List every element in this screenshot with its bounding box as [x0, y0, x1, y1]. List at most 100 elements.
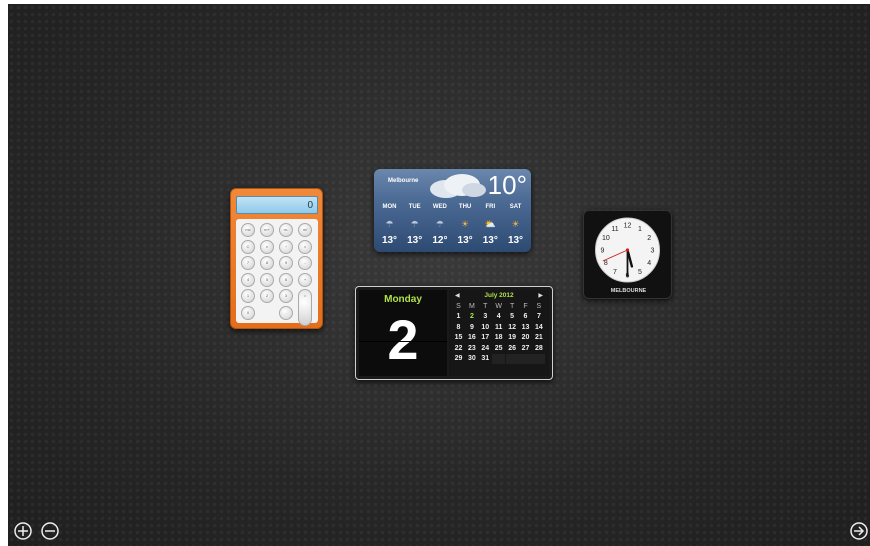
calendar-weekday-header: T — [509, 303, 515, 310]
clock-numeral: 9 — [601, 248, 605, 255]
partly-sunny-icon: ⛅ — [484, 219, 496, 229]
calendar-date[interactable]: 9 — [465, 323, 478, 333]
forecast-day: MON — [382, 204, 397, 210]
calc-key[interactable]: m/ — [298, 223, 312, 237]
clock-numeral: 10 — [602, 235, 610, 242]
calc-key[interactable]: 4 — [241, 272, 255, 287]
calc-key[interactable]: 8 — [260, 256, 274, 270]
calc-key[interactable]: . — [279, 305, 293, 320]
calculator-keypad: mc m+ m-m/C ± ÷ × 7 8 9- 4 5 6 +1 2 3 = 0. — [236, 219, 318, 326]
calc-key[interactable]: × — [298, 239, 312, 254]
calc-key[interactable]: 5 — [260, 272, 274, 287]
add-widget-icon[interactable] — [14, 522, 32, 540]
calc-key[interactable]: 3 — [279, 289, 293, 303]
calendar-date[interactable]: 31 — [479, 354, 492, 364]
forecast-day: SAT — [509, 204, 522, 210]
calendar-date[interactable]: 22 — [452, 344, 465, 354]
calendar-date[interactable]: 10 — [479, 323, 492, 333]
calc-key[interactable]: 0 — [241, 305, 255, 320]
clock-face: 123456789101112 — [595, 217, 660, 283]
calendar-date[interactable]: 15 — [452, 333, 465, 343]
calendar-date[interactable]: 6 — [519, 312, 532, 322]
calendar-date — [492, 354, 506, 364]
calendar-month-label: July 2012 — [484, 292, 514, 299]
calc-key[interactable]: 6 — [279, 272, 293, 287]
clock-numeral: 12 — [624, 223, 632, 230]
calc-key[interactable]: 7 — [241, 256, 255, 270]
calendar-date[interactable]: 13 — [519, 323, 532, 333]
calendar-date[interactable]: 29 — [452, 354, 465, 364]
calendar-date[interactable]: 14 — [532, 323, 545, 333]
calc-key[interactable]: ÷ — [279, 239, 293, 254]
calendar-date[interactable]: 21 — [532, 333, 545, 343]
calendar-date[interactable]: 3 — [479, 312, 492, 322]
next-month-icon[interactable]: ▶ — [538, 292, 543, 299]
rain-icon: ☂ — [435, 219, 444, 229]
calendar-date[interactable]: 23 — [465, 344, 478, 354]
forecast-day: FRI — [485, 204, 496, 210]
next-arrow-icon[interactable] — [850, 522, 868, 540]
calendar-date[interactable]: 24 — [479, 344, 492, 354]
calendar-date[interactable]: 11 — [492, 323, 505, 333]
calendar-date[interactable]: 7 — [532, 312, 545, 322]
dashboard-background: 0 mc m+ m-m/C ± ÷ × 7 8 9-4 5 6 +1 2 3 = 0. Melbourne 1… — [8, 4, 870, 546]
calendar-date[interactable]: 2 — [465, 312, 478, 322]
calendar-date[interactable]: 28 — [532, 344, 545, 354]
clock-widget[interactable]: 123456789101112 MELBOURNE — [583, 210, 672, 299]
calendar-weekday-header: F — [523, 303, 528, 310]
calendar-day-panel: Monday 2 — [359, 290, 447, 376]
calendar-date[interactable]: 25 — [492, 344, 505, 354]
calendar-date[interactable]: 26 — [506, 344, 519, 354]
calc-key[interactable]: 9 — [279, 256, 293, 270]
calendar-date[interactable]: 19 — [506, 333, 519, 343]
clock-numeral: 4 — [647, 260, 651, 267]
calendar-date — [505, 354, 519, 364]
calendar-date[interactable]: 12 — [506, 323, 519, 333]
calc-key[interactable]: 2 — [260, 289, 274, 303]
calc-key[interactable]: ± — [260, 239, 274, 254]
flip-divider — [359, 341, 447, 342]
forecast-day: THU — [458, 204, 472, 210]
calc-key[interactable]: mc — [241, 223, 255, 237]
calendar-date[interactable]: 18 — [492, 333, 505, 343]
clock-numeral: 7 — [613, 269, 617, 276]
calc-key[interactable]: m+ — [260, 223, 274, 237]
calendar-date[interactable]: 17 — [479, 333, 492, 343]
clock-numeral: 3 — [651, 248, 655, 255]
clock-numeral: 1 — [638, 226, 642, 233]
calendar-date — [519, 354, 532, 364]
calendar-widget[interactable]: Monday 2 ◀ July 2012 ▶ SMTWTFS1234567891… — [355, 286, 553, 380]
calendar-date[interactable]: 16 — [465, 333, 478, 343]
calc-key[interactable]: + — [298, 272, 312, 287]
remove-widget-icon[interactable] — [41, 522, 59, 540]
clock-city: MELBOURNE — [610, 288, 647, 294]
clock-numeral: 2 — [647, 235, 651, 242]
cloud-icon — [430, 174, 486, 198]
calendar-weekday: Monday — [384, 294, 422, 305]
calendar-date[interactable]: 20 — [519, 333, 532, 343]
calc-key[interactable]: - — [298, 256, 312, 270]
calc-key[interactable]: m- — [279, 223, 293, 237]
calendar-date — [532, 354, 546, 364]
calendar-day-number: 2 — [387, 308, 419, 371]
weather-widget[interactable]: Melbourne 10° MON ☂ 13° TUE ☂ 13° WED ☂ 12° THU ☀ 1… — [374, 169, 531, 252]
calendar-date[interactable]: 8 — [452, 323, 465, 333]
forecast-temperature: 13° — [457, 235, 473, 246]
calendar-date[interactable]: 27 — [519, 344, 532, 354]
rain-icon: ☂ — [410, 219, 419, 229]
calendar-weekday-header: W — [495, 303, 502, 310]
calc-key[interactable]: = — [298, 289, 312, 326]
clock-center-pin — [625, 248, 630, 252]
calc-key[interactable]: 1 — [241, 289, 255, 303]
calc-key[interactable]: C — [241, 239, 255, 254]
calculator-display: 0 — [236, 196, 318, 214]
clock-numeral: 5 — [638, 269, 642, 276]
sun-icon: ☀ — [461, 219, 470, 229]
calendar-date[interactable]: 4 — [492, 312, 505, 322]
calendar-date[interactable]: 1 — [452, 312, 465, 322]
calendar-date[interactable]: 30 — [465, 354, 478, 364]
calendar-weekday-header: S — [536, 303, 542, 310]
calculator-widget[interactable]: 0 mc m+ m-m/C ± ÷ × 7 8 9- 4 5 6 +1 2 3 = 0. — [230, 188, 323, 329]
calendar-date[interactable]: 5 — [506, 312, 519, 322]
forecast-temperature: 13° — [381, 235, 398, 246]
